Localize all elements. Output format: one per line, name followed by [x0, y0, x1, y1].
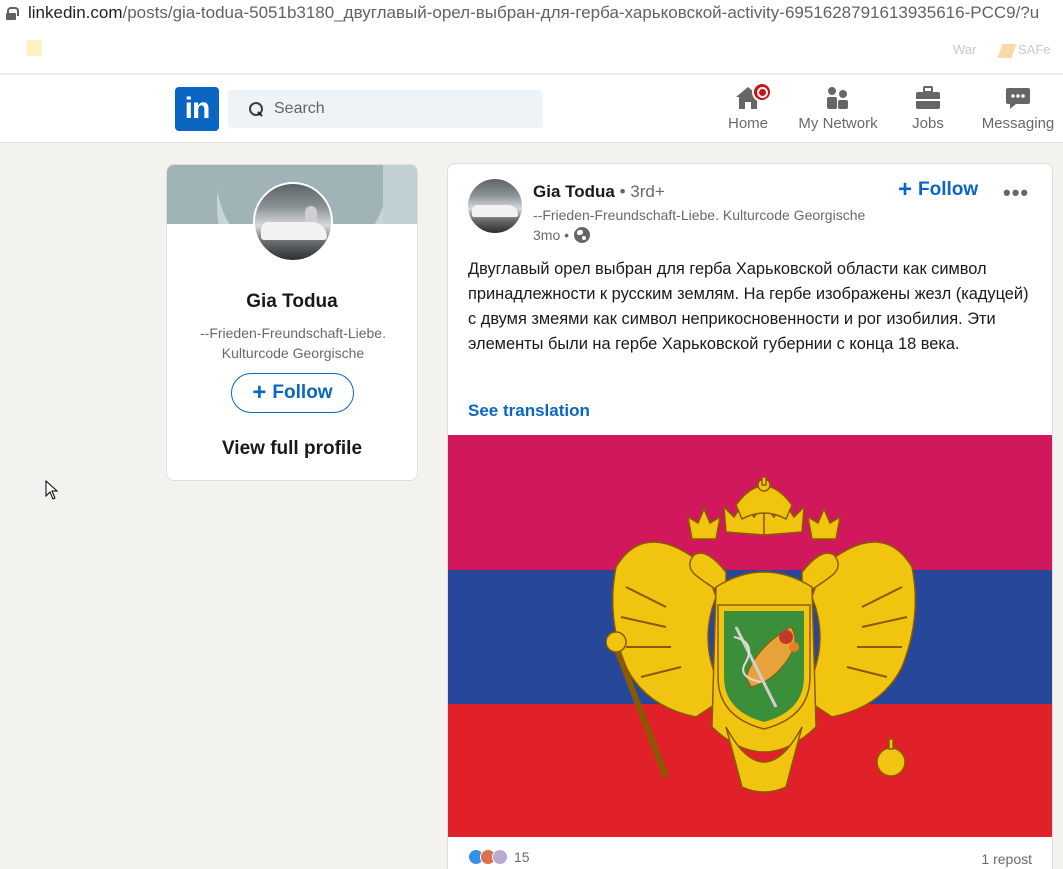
post-follow-label: Follow — [918, 179, 979, 200]
plus-icon: + — [898, 176, 913, 203]
linkedin-navbar: in Home My Network Jobs Messaging — [0, 75, 1063, 143]
nav-my-network[interactable]: My Network — [790, 83, 886, 132]
network-icon — [790, 83, 886, 111]
bookmark-icon[interactable] — [26, 40, 42, 56]
support-reaction-icon — [492, 849, 508, 865]
reactions-summary[interactable]: 15 — [468, 849, 530, 865]
nav-jobs-label: Jobs — [912, 115, 944, 132]
nav-messaging-label: Messaging — [981, 115, 1055, 132]
connection-degree: • 3rd+ — [614, 182, 665, 201]
search-icon — [248, 101, 264, 117]
profile-card: Gia Todua --Frieden-Freundschaft-Liebe. … — [166, 164, 418, 481]
linkedin-logo[interactable]: in — [175, 87, 219, 131]
notification-badge — [752, 82, 772, 102]
profile-name[interactable]: Gia Todua — [167, 291, 417, 313]
post-author-headline: --Frieden-Freundschaft-Liebe. Kulturcode… — [533, 207, 866, 223]
url-domain: linkedin.com — [28, 3, 123, 22]
more-options-icon[interactable]: ••• — [1003, 180, 1029, 206]
post-author-line: Gia Todua • 3rd+ — [533, 182, 665, 202]
post-text: Двуглавый орел выбран для герба Харьковс… — [468, 260, 1029, 353]
post-author-avatar[interactable] — [468, 179, 522, 233]
post-time-text: 3mo • — [533, 227, 570, 243]
view-full-profile-link[interactable]: View full profile — [167, 438, 417, 460]
reaction-count: 15 — [514, 849, 530, 865]
coat-of-arms-icon — [606, 477, 917, 793]
safe-icon — [997, 43, 1017, 58]
nav-home[interactable]: Home — [700, 82, 796, 132]
briefcase-icon — [880, 83, 976, 111]
profile-headline: --Frieden-Freundschaft-Liebe. Kulturcode… — [200, 325, 386, 361]
nav-home-label: Home — [727, 115, 768, 132]
profile-avatar[interactable] — [253, 182, 333, 262]
post-timestamp: 3mo • — [533, 227, 591, 243]
home-icon — [700, 82, 796, 111]
profile-follow-label: Follow — [272, 382, 333, 403]
mouse-cursor-icon — [45, 480, 59, 500]
search-bar[interactable] — [228, 90, 543, 128]
nav-jobs[interactable]: Jobs — [880, 83, 976, 132]
bookmark-safe-label: SAFe — [1018, 42, 1051, 57]
post-image[interactable] — [448, 435, 1052, 837]
bookmark-safe[interactable]: SAFe — [997, 42, 1051, 58]
bookmark-war[interactable]: War — [953, 42, 976, 57]
post-follow-button[interactable]: + Follow — [898, 178, 978, 202]
post-card: Gia Todua • 3rd+ --Frieden-Freundschaft-… — [447, 163, 1053, 869]
bookmarks-bar: War SAFe — [0, 26, 1063, 74]
messaging-icon — [970, 83, 1063, 111]
search-input[interactable] — [274, 100, 514, 118]
see-translation-link[interactable]: See translation — [468, 401, 590, 421]
reposts-count[interactable]: 1 repost — [981, 851, 1032, 867]
url-path: /posts/gia-todua-5051b3180_двуглавый-оре… — [122, 3, 1040, 22]
nav-my-network-label: My Network — [798, 115, 878, 132]
browser-url-bar[interactable]: linkedin.com/posts/gia-todua-5051b3180_д… — [0, 0, 1063, 26]
nav-messaging[interactable]: Messaging — [970, 83, 1063, 132]
lock-icon — [6, 7, 19, 20]
profile-follow-button[interactable]: + Follow — [231, 373, 354, 413]
post-author-name[interactable]: Gia Todua — [533, 182, 615, 201]
plus-icon: + — [252, 379, 267, 406]
globe-icon — [574, 227, 591, 243]
